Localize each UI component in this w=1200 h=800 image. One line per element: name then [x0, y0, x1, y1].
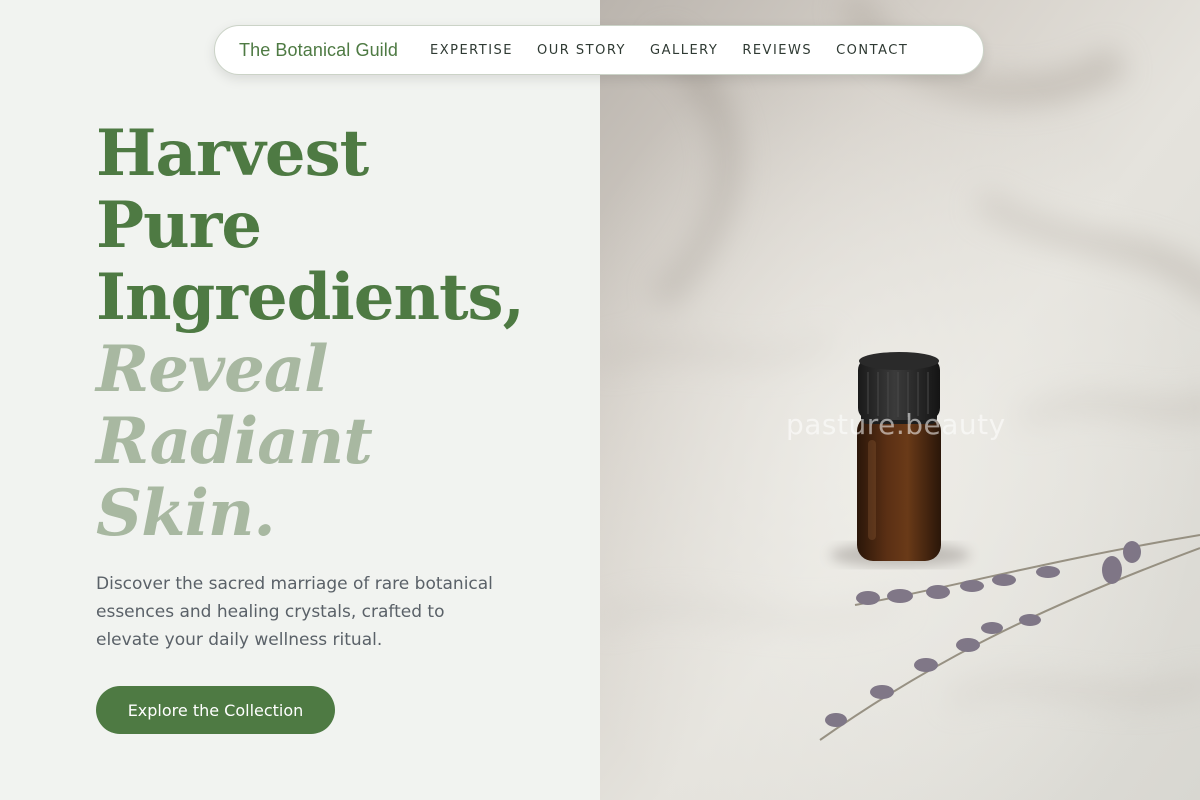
- headline-line: Ingredients,: [96, 260, 525, 335]
- top-navigation: The Botanical Guild EXPERTISE OUR STORY …: [214, 25, 984, 75]
- headline-italic-line: Skin.: [96, 476, 276, 551]
- nav-link-contact[interactable]: CONTACT: [836, 43, 908, 58]
- headline-line: Pure: [96, 188, 262, 263]
- hero-image-panel: [600, 0, 1200, 800]
- explore-collection-button[interactable]: Explore the Collection: [96, 686, 335, 734]
- nav-link-reviews[interactable]: REVIEWS: [742, 43, 812, 58]
- brand-logo[interactable]: The Botanical Guild: [239, 40, 398, 61]
- headline-italic-line: Radiant: [96, 404, 373, 479]
- nav-link-our-story[interactable]: OUR STORY: [537, 43, 626, 58]
- product-photo: [600, 0, 1200, 800]
- headline-italic-line: Reveal: [96, 332, 329, 407]
- nav-link-gallery[interactable]: GALLERY: [650, 43, 718, 58]
- hero-headline: Harvest Pure Ingredients, Reveal Radiant…: [96, 116, 525, 551]
- headline-line: Harvest: [96, 116, 369, 191]
- nav-link-expertise[interactable]: EXPERTISE: [430, 43, 513, 58]
- hero-description: Discover the sacred marriage of rare bot…: [96, 574, 493, 650]
